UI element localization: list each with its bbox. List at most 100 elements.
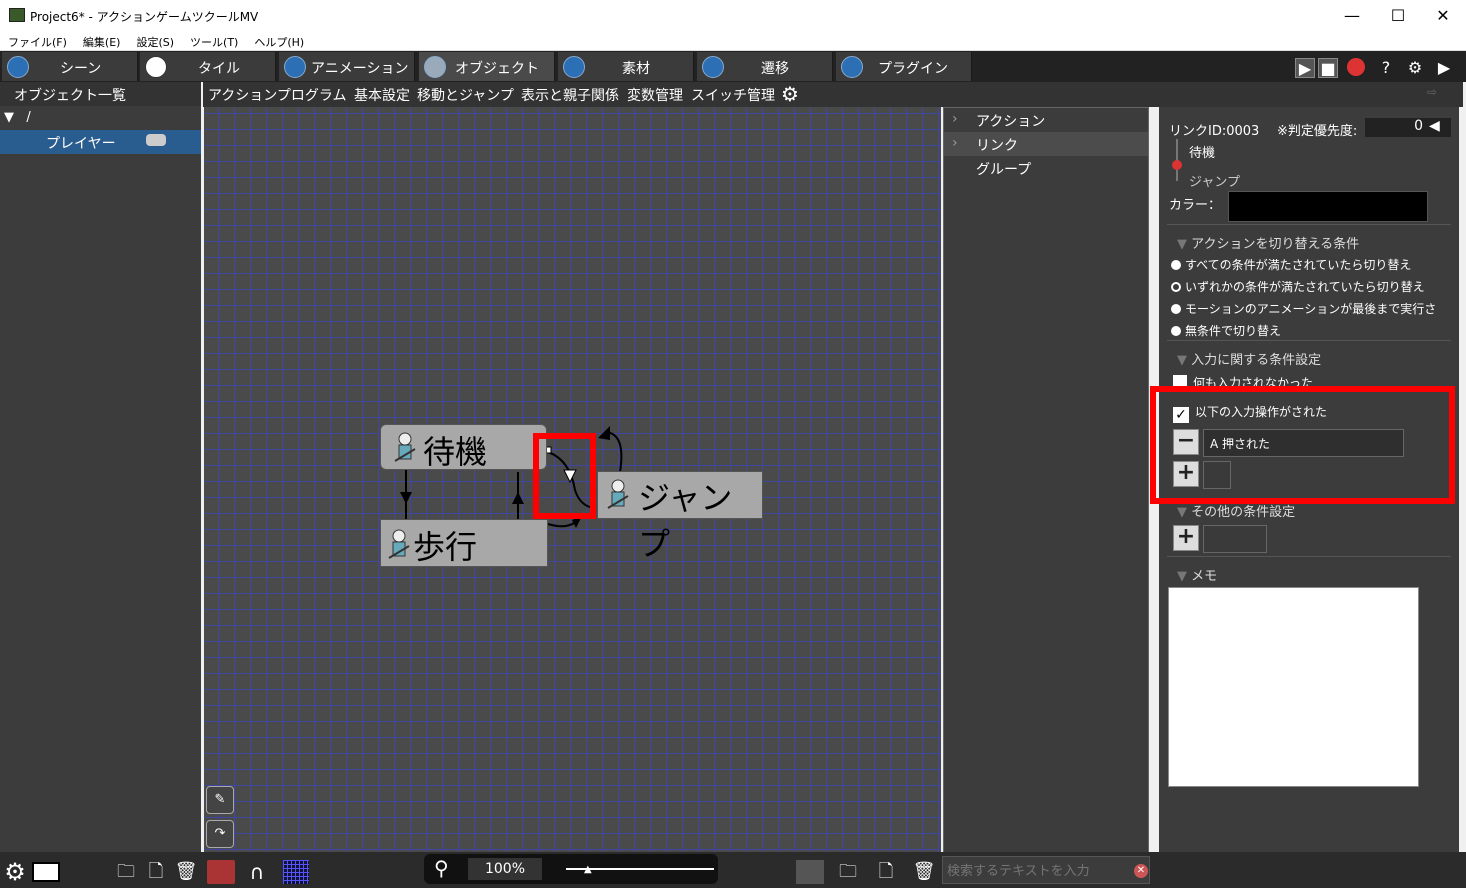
menu-file[interactable]: ファイル(F): [0, 31, 75, 50]
color-label: カラー：: [1169, 198, 1222, 213]
transition-icon: [702, 56, 724, 78]
object-list-panel: オブジェクト一覧 ▼ / プレイヤー: [0, 82, 201, 888]
maximize-button[interactable]: ☐: [1375, 0, 1421, 31]
tab-display-parent[interactable]: 表示と親子関係: [521, 85, 619, 105]
minimize-button[interactable]: —: [1329, 0, 1375, 31]
menu-help[interactable]: ヘルプ(H): [246, 31, 312, 50]
animation-icon: [284, 56, 306, 78]
expand-icon[interactable]: ▶: [1434, 58, 1454, 78]
gear-icon[interactable]: ⚙: [1405, 58, 1425, 78]
player-sprite-icon: [606, 478, 630, 509]
paint-icon[interactable]: [207, 860, 235, 884]
priority-label: ※判定優先度:: [1277, 124, 1358, 139]
list-item-action[interactable]: › アクション: [944, 108, 1148, 132]
radio-motion-end[interactable]: モーションのアニメーションが最後まで実行さ: [1171, 300, 1461, 317]
redo-icon[interactable]: ↷: [206, 820, 234, 848]
memo-textarea[interactable]: [1168, 587, 1419, 787]
object-icon: [424, 56, 446, 78]
gamepad-icon: [146, 134, 166, 146]
tab-basic-settings[interactable]: 基本設定: [354, 85, 410, 105]
tab-transition[interactable]: 遷移: [697, 52, 833, 81]
tab-plugin[interactable]: プラグイン: [836, 52, 972, 81]
menu-settings[interactable]: 設定(S): [128, 31, 182, 50]
list-icon[interactable]: [796, 860, 824, 884]
decrease-arrow-icon[interactable]: ◀: [1429, 118, 1440, 134]
radio-all-conditions[interactable]: すべての条件が満たされていたら切り替え: [1171, 256, 1411, 273]
add-file-icon[interactable]: 🗋: [144, 860, 168, 884]
player-sprite-icon: [393, 431, 417, 462]
checkbox-no-input[interactable]: 何も入力されなかった: [1173, 374, 1313, 386]
search-input[interactable]: [942, 856, 1150, 884]
tab-tile[interactable]: タイル: [140, 52, 276, 81]
color-swatch[interactable]: [1228, 191, 1428, 222]
switch-conditions-section[interactable]: ▼ アクションを切り替える条件: [1177, 233, 1359, 252]
menu-edit[interactable]: 編集(E): [75, 31, 129, 50]
magnet-icon[interactable]: ∩: [245, 860, 269, 884]
menu-bar: ファイル(F) 編集(E) 設定(S) ツール(T) ヘルプ(H): [0, 31, 1466, 51]
radio-unconditional[interactable]: 無条件で切り替え: [1171, 322, 1281, 339]
link-from: 待機: [1189, 146, 1216, 161]
scene-icon: [7, 56, 29, 78]
list-item-link[interactable]: › リンク: [944, 132, 1148, 156]
play-icon[interactable]: ▶: [1295, 58, 1315, 78]
zoom-control: ⚲ 100% ▲: [424, 854, 718, 884]
tile-icon: [145, 56, 167, 78]
link-list-panel: › アクション › リンク グループ: [943, 107, 1149, 855]
player-sprite-icon: [387, 528, 411, 559]
add-other-condition-button[interactable]: +: [1173, 525, 1199, 551]
app-icon: [9, 8, 25, 22]
radio-any-condition[interactable]: いずれかの条件が満たされていたら切り替え: [1171, 278, 1425, 295]
bottom-toolbar: ⚙ 🗀 🗋 🗑 ∩ ⚲ 100% ▲ 🗀 🗋 🗑 ✕: [0, 852, 1466, 888]
grid-icon[interactable]: [283, 860, 309, 884]
input-conditions-section[interactable]: ▼ 入力に関する条件設定: [1177, 349, 1321, 368]
zoom-slider-handle[interactable]: ▲: [584, 864, 592, 875]
trash-icon[interactable]: 🗑: [912, 860, 936, 884]
memo-section[interactable]: ▼ メモ: [1177, 565, 1217, 584]
other-condition-entry[interactable]: [1203, 525, 1267, 553]
window-title: Project6* - アクションゲームツクールMV: [30, 10, 259, 24]
menu-tools[interactable]: ツール(T): [182, 31, 246, 50]
tab-object[interactable]: オブジェクト: [419, 52, 555, 81]
collapse-icon[interactable]: ⇨: [1427, 85, 1457, 103]
add-folder-icon[interactable]: 🗀: [836, 860, 860, 884]
add-file-icon[interactable]: 🗋: [874, 860, 898, 884]
tree-item-player[interactable]: プレイヤー: [0, 130, 201, 154]
close-button[interactable]: ✕: [1420, 0, 1466, 31]
highlight-input-condition: [1150, 386, 1455, 504]
gear-icon[interactable]: ⚙: [781, 82, 799, 106]
main-tab-bar: シーン タイル アニメーション オブジェクト 素材 遷移 プラグイン ▶ ■ ?…: [0, 51, 1466, 82]
list-item-group[interactable]: グループ: [944, 156, 1148, 180]
link-direction-icon: [1171, 135, 1183, 185]
node-jump[interactable]: ジャンプ: [597, 471, 763, 563]
node-walk[interactable]: 歩行: [380, 519, 548, 567]
clear-search-icon[interactable]: ✕: [1134, 864, 1148, 878]
zoom-value[interactable]: 100%: [468, 858, 542, 880]
add-folder-icon[interactable]: 🗀: [114, 860, 138, 884]
settings-gear-icon[interactable]: ⚙: [3, 860, 27, 884]
stop-icon[interactable]: ■: [1318, 58, 1338, 78]
zoom-icon: ⚲: [434, 856, 449, 880]
trash-icon[interactable]: 🗑: [174, 860, 198, 884]
node-wait[interactable]: 待機: [380, 424, 547, 471]
pencil-icon[interactable]: ✎: [206, 786, 234, 814]
tab-animation[interactable]: アニメーション: [279, 52, 415, 81]
tab-variables[interactable]: 変数管理: [627, 85, 683, 105]
sub-tab-bar: アクションプログラム 基本設定 移動とジャンプ 表示と親子関係 変数管理 スイッ…: [203, 82, 1463, 107]
tab-switches[interactable]: スイッチ管理: [691, 85, 775, 105]
record-icon[interactable]: [1347, 58, 1365, 76]
object-list-header: オブジェクト一覧: [0, 82, 201, 106]
tab-action-program[interactable]: アクションプログラム: [208, 85, 346, 105]
arrow-walk-wait: [512, 492, 524, 504]
tab-scene[interactable]: シーン: [2, 52, 138, 81]
tab-move-jump[interactable]: 移動とジャンプ: [417, 85, 514, 105]
arrow-wait-walk: [400, 492, 412, 504]
arrow-jump-wait: [598, 426, 610, 440]
material-icon: [563, 56, 585, 78]
film-icon[interactable]: [32, 862, 60, 882]
plugin-icon: [841, 56, 863, 78]
title-bar: Project6* - アクションゲームツクールMV — ☐ ✕: [0, 0, 1466, 31]
tab-material[interactable]: 素材: [558, 52, 694, 81]
help-icon[interactable]: ?: [1376, 58, 1396, 78]
highlight-selected-link: [533, 433, 596, 519]
tree-root[interactable]: ▼ /: [4, 110, 31, 125]
